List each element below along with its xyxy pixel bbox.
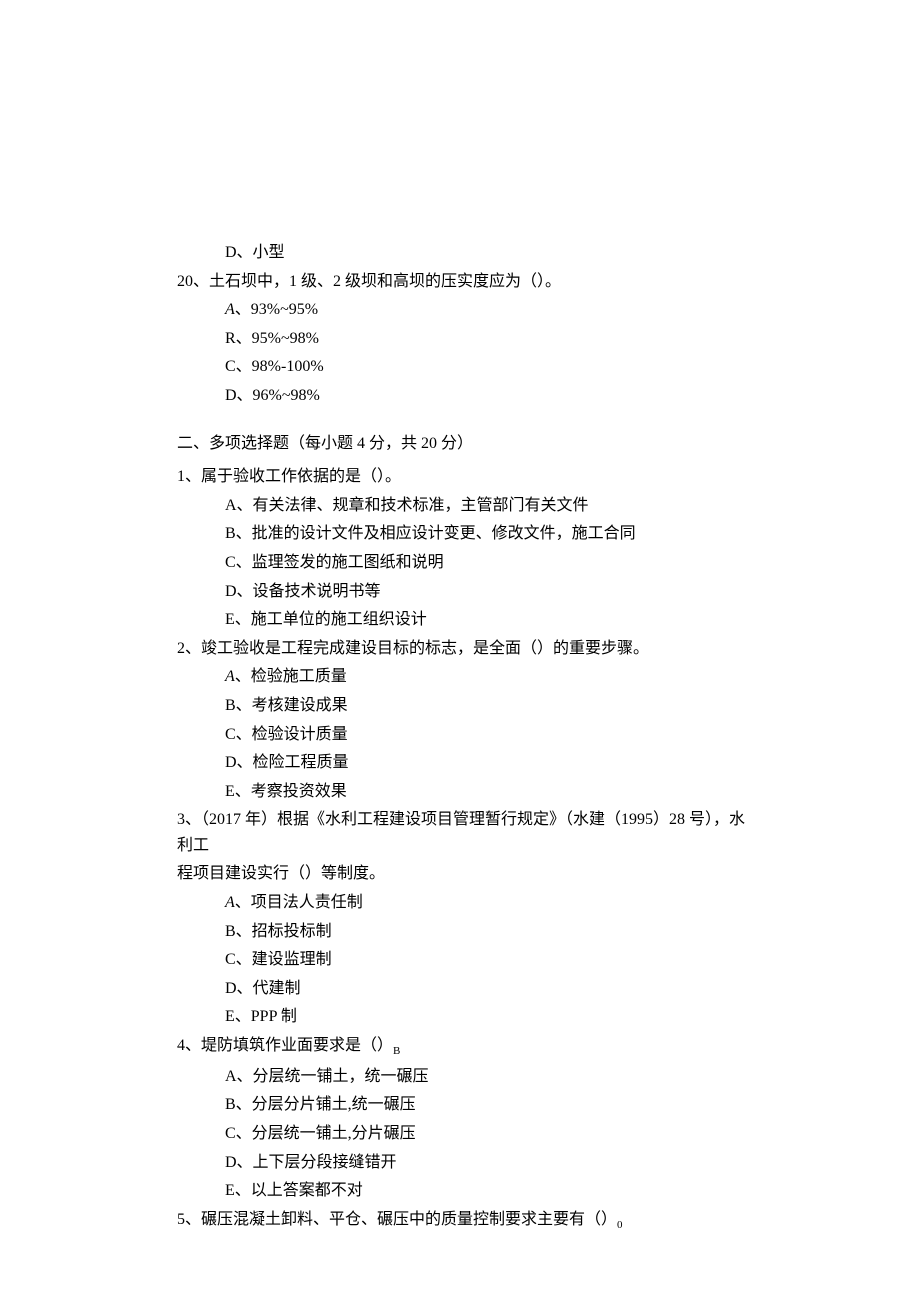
q19-option-d: D、小型 [177, 240, 745, 266]
mq1-option-e: E、施工单位的施工组织设计 [177, 607, 745, 633]
mq4-option-a: A、分层统一铺土，统一碾压 [177, 1064, 745, 1090]
mq5-sub-0: 0 [617, 1219, 623, 1231]
mq2-text: 2、竣工验收是工程完成建设目标的标志，是全面（）的重要步骤。 [177, 636, 745, 662]
q20-option-a-prefix: A [225, 301, 235, 318]
mq3-option-a-prefix: A [225, 894, 235, 911]
mq1-option-d: D、设备技术说明书等 [177, 579, 745, 605]
mq2-option-b: B、考核建设成果 [177, 693, 745, 719]
section2-title: 二、多项选择题（每小题 4 分，共 20 分） [177, 431, 745, 457]
mq2-option-a-text: 、检验施工质量 [235, 668, 347, 685]
mq3-option-e: E、PPP 制 [177, 1004, 745, 1030]
mq3-option-c: C、建设监理制 [177, 947, 745, 973]
mq4-text: 4、堤防填筑作业面要求是（） [177, 1037, 393, 1054]
mq4-option-c: C、分层统一铺土,分片碾压 [177, 1121, 745, 1147]
mq3-option-a: A、项目法人责任制 [177, 890, 745, 916]
mq4-option-e: E、以上答案都不对 [177, 1178, 745, 1204]
mq4-text-wrapper: 4、堤防填筑作业面要求是（）B [177, 1033, 745, 1061]
q20-text: 20、土石坝中，1 级、2 级坝和高坝的压实度应为（）。 [177, 269, 745, 295]
mq2-option-e: E、考察投资效果 [177, 779, 745, 805]
mq1-option-a: A、有关法律、规章和技术标准，主管部门有关文件 [177, 493, 745, 519]
mq1-option-b: B、批准的设计文件及相应设计变更、修改文件，施工合同 [177, 521, 745, 547]
mq4-option-d: D、上下层分段接缝错开 [177, 1150, 745, 1176]
q20-option-a: A、93%~95% [177, 297, 745, 323]
mq4-sub-b: B [393, 1045, 400, 1057]
mq3-option-b: B、招标投标制 [177, 919, 745, 945]
mq5-text: 5、碾压混凝土卸料、平仓、碾压中的质量控制要求主要有（） [177, 1211, 617, 1228]
mq2-option-a-prefix: A [225, 668, 235, 685]
mq2-option-d: D、检险工程质量 [177, 750, 745, 776]
mq3-option-a-text: 、项目法人责任制 [235, 894, 363, 911]
mq2-option-c: C、检验设计质量 [177, 722, 745, 748]
mq3-text-line2: 程项目建设实行（）等制度。 [177, 861, 745, 887]
mq4-option-b: B、分层分片铺土,统一碾压 [177, 1092, 745, 1118]
q20-option-c: C、98%-100% [177, 354, 745, 380]
mq3-text-line1: 3、（2017 年）根据《水利工程建设项目管理暂行规定》（水建（1995）28 … [177, 807, 745, 858]
mq5-text-wrapper: 5、碾压混凝土卸料、平仓、碾压中的质量控制要求主要有（）0 [177, 1207, 745, 1235]
mq3-option-d: D、代建制 [177, 976, 745, 1002]
mq1-text: 1、属于验收工作依据的是（）。 [177, 464, 745, 490]
q20-option-b: R、95%~98% [177, 326, 745, 352]
mq1-option-c: C、监理签发的施工图纸和说明 [177, 550, 745, 576]
q20-option-a-text: 、93%~95% [235, 301, 318, 318]
mq2-option-a: A、检验施工质量 [177, 664, 745, 690]
q20-option-d: D、96%~98% [177, 383, 745, 409]
